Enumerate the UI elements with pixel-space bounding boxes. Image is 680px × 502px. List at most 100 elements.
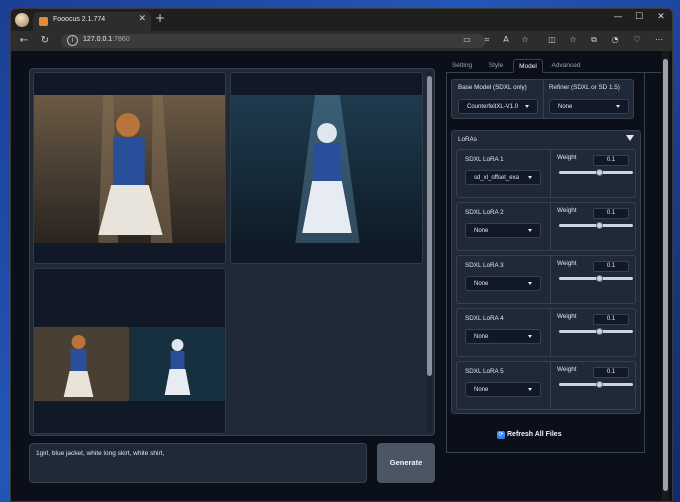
tab-advanced[interactable]: Advanced (546, 59, 586, 73)
prompt-input[interactable]: 1girl, blue jacket, white long skirt, wh… (29, 443, 367, 483)
extension-icon[interactable]: ◔ (609, 35, 621, 44)
refresh-icon: ⟳ (497, 431, 505, 439)
title-bar: Fooocus 2.1.774 ✕ + — ☐ ✕ (11, 9, 672, 31)
lora-row: SDXL LoRA 4 None Weight 0.1 (456, 308, 636, 357)
chevron-down-icon (528, 229, 532, 232)
page-scroll-thumb[interactable] (663, 59, 668, 491)
settings-tabs: Setting Style Model Advanced (446, 59, 661, 73)
close-window-icon[interactable]: ✕ (652, 12, 670, 22)
divider (550, 203, 551, 250)
lora-label: SDXL LoRA 2 (465, 209, 504, 216)
minimize-icon[interactable]: — (609, 12, 627, 22)
browser-window: Fooocus 2.1.774 ✕ + — ☐ ✕ ← ↻ i 127.0.0.… (10, 8, 673, 502)
lora-label: SDXL LoRA 3 (465, 262, 504, 269)
weight-input[interactable]: 0.1 (593, 261, 629, 272)
weight-slider-knob[interactable] (595, 328, 603, 335)
tab-setting[interactable]: Setting (446, 59, 478, 73)
lora-label: SDXL LoRA 1 (465, 156, 504, 163)
lora-model-dropdown[interactable]: None (465, 276, 541, 291)
chevron-down-icon (525, 105, 529, 108)
split-screen-icon[interactable]: ◫ (546, 35, 558, 44)
base-model-dropdown[interactable]: CounterfeitXL-V1.0 (458, 99, 538, 114)
gallery-item[interactable] (33, 268, 226, 434)
profile-avatar[interactable] (15, 13, 29, 27)
favorites-icon[interactable]: ☆ (567, 35, 579, 44)
gallery-item[interactable] (33, 72, 226, 264)
new-tab-icon[interactable]: + (155, 11, 165, 25)
generated-image (231, 95, 422, 243)
url-field[interactable]: i 127.0.0.1:7860 (61, 34, 486, 48)
weight-label: Weight (557, 366, 577, 373)
page-content: 1girl, blue jacket, white long skirt, wh… (11, 51, 672, 501)
menu-icon[interactable]: ⋯ (653, 35, 665, 44)
lora-row: SDXL LoRA 3 None Weight 0.1 (456, 255, 636, 304)
loras-header: LoRAs (458, 136, 477, 143)
gallery-scroll-thumb[interactable] (427, 76, 432, 376)
image-gallery (29, 68, 435, 436)
lora-model-dropdown[interactable]: None (465, 382, 541, 397)
divider (543, 80, 544, 118)
lora-model-dropdown[interactable]: None (465, 329, 541, 344)
read-aloud-icon[interactable]: A (500, 35, 512, 44)
lora-row: SDXL LoRA 1 sd_xl_offset_exa Weight 0.1 (456, 149, 636, 198)
weight-label: Weight (557, 154, 577, 161)
lora-row: SDXL LoRA 5 None Weight 0.1 (456, 361, 636, 410)
divider (550, 150, 551, 197)
gallery-item[interactable] (230, 72, 423, 264)
divider (550, 309, 551, 356)
refiner-label: Refiner (SDXL or SD 1.5) (549, 84, 620, 91)
reload-icon[interactable]: ↻ (38, 35, 52, 46)
address-bar: ← ↻ i 127.0.0.1:7860 ▭ ⌗ A ☆ ◫ ☆ ⧉ ◔ ♡ ⋯ (11, 31, 672, 51)
weight-label: Weight (557, 313, 577, 320)
chevron-down-icon (528, 176, 532, 179)
collections-icon[interactable]: ⧉ (588, 35, 600, 45)
refresh-all-files-button[interactable]: Refresh All Files (507, 431, 562, 438)
lora-label: SDXL LoRA 5 (465, 368, 504, 375)
info-icon[interactable]: i (67, 35, 78, 46)
tab-style[interactable]: Style (481, 59, 511, 73)
copilot-icon[interactable]: ♡ (631, 35, 643, 44)
generated-image (34, 95, 225, 243)
chevron-down-icon (616, 105, 620, 108)
collapse-icon[interactable] (626, 135, 634, 141)
weight-input[interactable]: 0.1 (593, 208, 629, 219)
grid-icon[interactable]: ⌗ (481, 35, 493, 45)
maximize-icon[interactable]: ☐ (630, 12, 648, 22)
weight-slider-knob[interactable] (595, 169, 603, 176)
settings-panel: Setting Style Model Advanced Base Model … (444, 51, 666, 501)
tab-model[interactable]: Model (513, 59, 543, 73)
chevron-down-icon (528, 388, 532, 391)
weight-input[interactable]: 0.1 (593, 314, 629, 325)
lora-label: SDXL LoRA 4 (465, 315, 504, 322)
tab-title: Fooocus 2.1.774 (53, 16, 106, 23)
weight-slider-knob[interactable] (595, 275, 603, 282)
model-tab-body: Base Model (SDXL only) CounterfeitXL-V1.… (446, 73, 645, 453)
url-text: 127.0.0.1:7860 (83, 36, 130, 43)
chevron-down-icon (528, 335, 532, 338)
browser-tab[interactable]: Fooocus 2.1.774 ✕ (33, 12, 151, 31)
chevron-down-icon (528, 282, 532, 285)
favorite-icon[interactable]: ☆ (519, 35, 531, 44)
page-scrollbar[interactable] (662, 51, 669, 501)
refiner-dropdown[interactable]: None (549, 99, 629, 114)
divider (550, 362, 551, 409)
weight-input[interactable]: 0.1 (593, 367, 629, 378)
cast-icon[interactable]: ▭ (461, 35, 473, 44)
model-selector-group: Base Model (SDXL only) CounterfeitXL-V1.… (451, 79, 634, 119)
gallery-scrollbar[interactable] (427, 72, 432, 432)
lora-row: SDXL LoRA 2 None Weight 0.1 (456, 202, 636, 251)
weight-slider-knob[interactable] (595, 222, 603, 229)
generate-button[interactable]: Generate (377, 443, 435, 483)
favicon-icon (39, 17, 48, 26)
lora-model-dropdown[interactable]: None (465, 223, 541, 238)
weight-label: Weight (557, 207, 577, 214)
back-icon[interactable]: ← (17, 35, 31, 46)
weight-slider-knob[interactable] (595, 381, 603, 388)
weight-input[interactable]: 0.1 (593, 155, 629, 166)
generated-image (34, 327, 225, 401)
lora-model-dropdown[interactable]: sd_xl_offset_exa (465, 170, 541, 185)
weight-label: Weight (557, 260, 577, 267)
base-model-label: Base Model (SDXL only) (458, 84, 527, 91)
tab-close-icon[interactable]: ✕ (138, 14, 146, 24)
divider (550, 256, 551, 303)
